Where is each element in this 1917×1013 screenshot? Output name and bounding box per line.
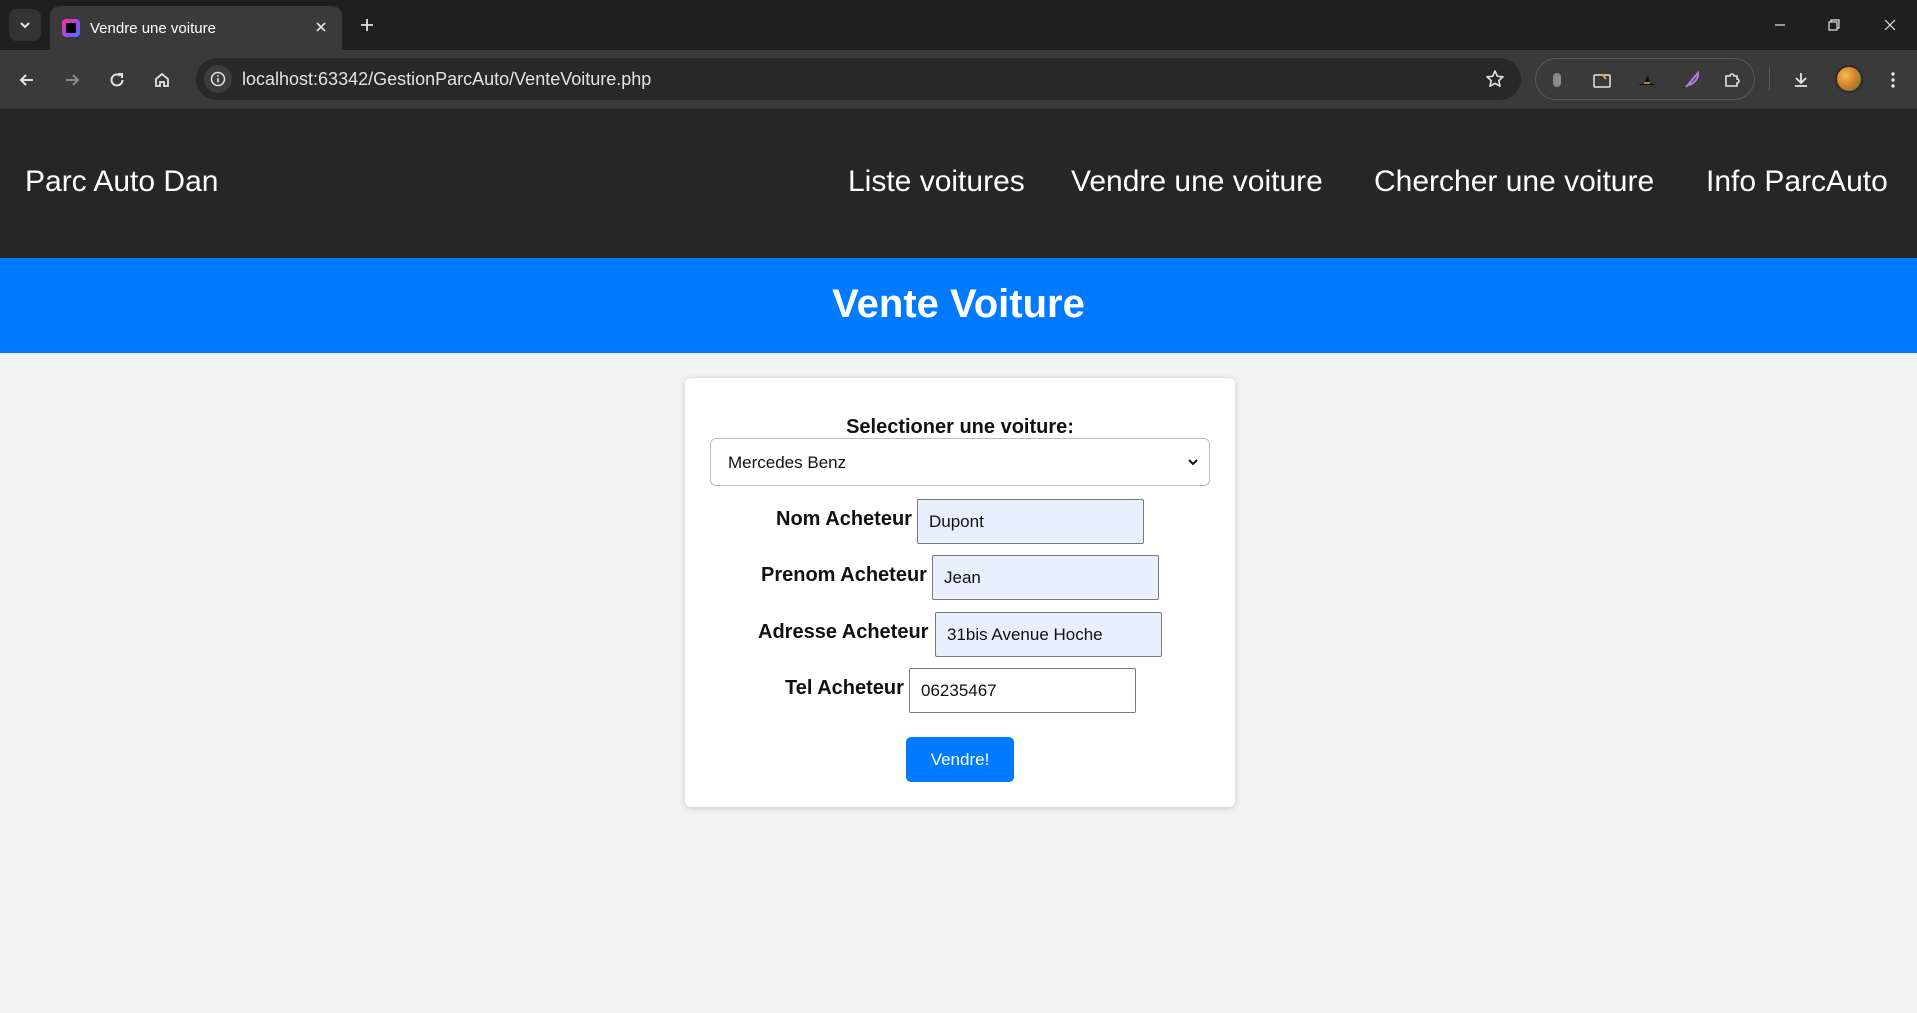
chevron-down-icon — [1185, 454, 1201, 470]
tel-acheteur-input[interactable]: 06235467 — [909, 668, 1136, 713]
close-icon — [1884, 19, 1896, 31]
screenshot-icon — [1593, 73, 1611, 88]
nav-link-liste-voitures[interactable]: Liste voitures — [848, 165, 1025, 199]
nav-link-info-parcauto[interactable]: Info ParcAuto — [1706, 165, 1888, 199]
url-text[interactable]: localhost:63342/GestionParcAuto/VenteVoi… — [242, 69, 651, 90]
site-info-button[interactable] — [204, 65, 232, 93]
more-vertical-icon — [1891, 72, 1895, 88]
address-bar[interactable]: localhost:63342/GestionParcAuto/VenteVoi… — [196, 58, 1521, 100]
extension-mouse-icon[interactable] — [1544, 67, 1570, 93]
extension-witch-hat-icon[interactable] — [1634, 67, 1660, 93]
nom-acheteur-label: Nom Acheteur — [776, 508, 912, 530]
minimize-icon — [1775, 24, 1785, 26]
car-select[interactable]: Mercedes Benz — [710, 438, 1210, 486]
forward-button[interactable] — [55, 63, 89, 97]
minimize-window-button[interactable] — [1758, 6, 1802, 44]
reload-icon — [110, 73, 124, 87]
profile-avatar[interactable] — [1835, 65, 1863, 93]
tel-acheteur-label: Tel Acheteur — [785, 677, 904, 699]
tab-title: Vendre une voiture — [90, 20, 216, 37]
tab-close-button[interactable] — [310, 16, 332, 38]
tab-search-button[interactable] — [9, 9, 41, 41]
feather-icon — [1685, 70, 1700, 88]
star-icon — [1486, 70, 1504, 87]
adresse-acheteur-label: Adresse Acheteur — [758, 621, 929, 643]
bookmark-button[interactable] — [1481, 65, 1509, 93]
browser-menu-button[interactable] — [1876, 63, 1910, 97]
new-tab-button[interactable] — [352, 10, 382, 40]
arrow-left-icon — [19, 74, 33, 86]
page-banner: Vente Voiture — [0, 258, 1917, 353]
mouse-icon — [1553, 73, 1561, 87]
extensions-group — [1535, 58, 1755, 100]
home-icon — [155, 72, 169, 87]
sale-form-card: Selectioner une voiture: Mercedes Benz N… — [685, 378, 1235, 807]
restore-window-button[interactable] — [1812, 6, 1856, 44]
back-button[interactable] — [10, 63, 44, 97]
plus-icon — [361, 19, 373, 31]
reload-button[interactable] — [100, 63, 134, 97]
nav-link-vendre-voiture[interactable]: Vendre une voiture — [1071, 165, 1323, 199]
close-window-button[interactable] — [1868, 6, 1912, 44]
browser-tab-active[interactable]: Vendre une voiture — [50, 6, 342, 50]
extension-feather-icon[interactable] — [1679, 67, 1705, 93]
car-select-label: Selectioner une voiture: — [846, 416, 1074, 438]
vendre-button[interactable]: Vendre! — [906, 737, 1014, 782]
phpstorm-favicon-icon — [62, 19, 80, 37]
nav-link-chercher-voiture[interactable]: Chercher une voiture — [1374, 165, 1654, 199]
extensions-menu-button[interactable] — [1719, 67, 1745, 93]
site-navbar: Parc Auto Dan Liste voitures Vendre une … — [0, 109, 1917, 258]
downloads-button[interactable] — [1784, 63, 1818, 97]
browser-tab-bar: Vendre une voiture — [0, 0, 1917, 50]
info-icon — [210, 71, 226, 87]
chevron-down-icon — [20, 22, 30, 29]
download-icon — [1795, 73, 1807, 87]
site-brand[interactable]: Parc Auto Dan — [25, 165, 218, 199]
car-select-value: Mercedes Benz — [728, 453, 847, 472]
close-icon — [316, 22, 326, 32]
arrow-right-icon — [66, 74, 80, 86]
prenom-acheteur-input[interactable]: Jean — [932, 555, 1159, 600]
home-button[interactable] — [145, 63, 179, 97]
toolbar-divider — [1769, 68, 1770, 90]
extension-screenshot-icon[interactable] — [1589, 67, 1615, 93]
adresse-acheteur-input[interactable]: 31bis Avenue Hoche — [935, 612, 1162, 657]
browser-toolbar: localhost:63342/GestionParcAuto/VenteVoi… — [0, 50, 1917, 109]
puzzle-icon — [1725, 73, 1740, 87]
witch-hat-icon — [1638, 75, 1656, 85]
page-title: Vente Voiture — [832, 282, 1085, 326]
restore-icon — [1828, 19, 1840, 31]
prenom-acheteur-label: Prenom Acheteur — [761, 564, 927, 586]
nom-acheteur-input[interactable]: Dupont — [917, 499, 1144, 544]
